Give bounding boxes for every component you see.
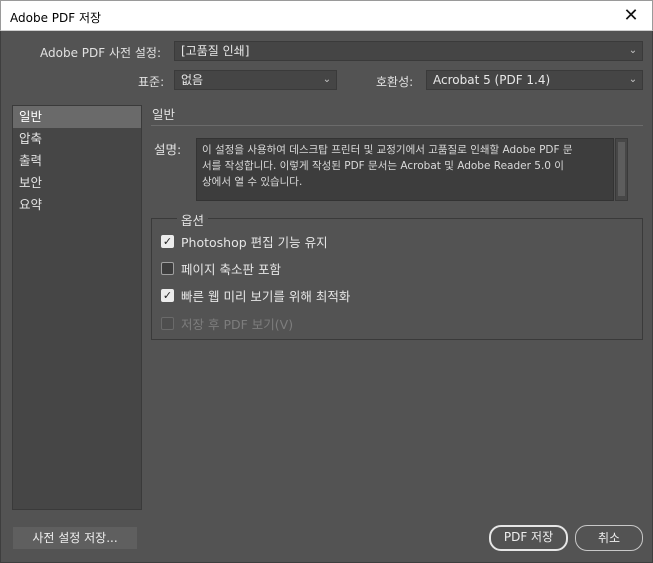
chevron-down-icon: ⌄	[628, 45, 638, 56]
compatibility-select[interactable]: Acrobat 5 (PDF 1.4) ⌄	[426, 70, 643, 90]
option-label: 저장 후 PDF 보기(V)	[181, 316, 294, 332]
standard-select[interactable]: 없음 ⌄	[174, 70, 337, 90]
description-line: 이 설정을 사용하여 데스크탑 프린터 및 교정기에서 고품질로 인쇄할 Ado…	[202, 144, 573, 156]
compatibility-value: Acrobat 5 (PDF 1.4)	[433, 73, 551, 87]
description-line: 서를 작성합니다. 이렇게 작성된 PDF 문서는 Acrobat 및 Adob…	[202, 160, 564, 172]
standard-value: 없음	[181, 73, 204, 87]
option-preserve-editing[interactable]: ✓ Photoshop 편집 기능 유지	[161, 232, 328, 250]
chevron-down-icon: ⌄	[628, 74, 638, 85]
sidebar-item-summary[interactable]: 요약	[13, 194, 141, 216]
checkbox-checked-icon[interactable]: ✓	[161, 288, 174, 302]
description-scrollbar[interactable]	[615, 138, 628, 201]
sidebar-item-compression[interactable]: 압축	[13, 128, 141, 150]
cancel-button[interactable]: 취소	[575, 525, 643, 551]
dialog-body: Adobe PDF 사전 설정: [고품질 인쇄] ⌄ 표준: 없음 ⌄ 호환성…	[0, 31, 653, 563]
checkbox-checked-icon[interactable]: ✓	[161, 234, 174, 248]
sidebar-item-general[interactable]: 일반	[13, 106, 141, 128]
close-icon[interactable]: ✕	[618, 4, 644, 28]
sidebar-item-output[interactable]: 출력	[13, 150, 141, 172]
option-label: 빠른 웹 미리 보기를 위해 최적화	[181, 288, 351, 304]
category-list: 일반 압축 출력 보안 요약	[12, 105, 142, 510]
option-page-thumbnails[interactable]: 페이지 축소판 포함	[161, 259, 281, 277]
preset-value: [고품질 인쇄]	[181, 44, 250, 58]
description-label: 설명:	[154, 142, 182, 157]
window-title: Adobe PDF 저장	[10, 11, 102, 25]
description-text: 이 설정을 사용하여 데스크탑 프린터 및 교정기에서 고품질로 인쇄할 Ado…	[196, 138, 614, 201]
option-view-after-save: 저장 후 PDF 보기(V)	[161, 314, 293, 332]
scrollbar-thumb[interactable]	[618, 142, 625, 196]
option-label: 페이지 축소판 포함	[181, 261, 281, 277]
save-pdf-button[interactable]: PDF 저장	[489, 525, 568, 551]
checkbox-icon[interactable]	[161, 261, 174, 275]
save-preset-button[interactable]: 사전 설정 저장...	[13, 527, 137, 549]
preset-select[interactable]: [고품질 인쇄] ⌄	[174, 41, 643, 61]
checkbox-disabled-icon	[161, 316, 174, 330]
chevron-down-icon: ⌄	[322, 74, 332, 85]
section-title: 일반	[152, 107, 176, 122]
description-line: 상에서 열 수 있습니다.	[202, 176, 303, 188]
option-fast-web-view[interactable]: ✓ 빠른 웹 미리 보기를 위해 최적화	[161, 286, 350, 304]
sidebar-item-security[interactable]: 보안	[13, 172, 141, 194]
title-bar: Adobe PDF 저장 ✕	[0, 0, 653, 31]
option-label: Photoshop 편집 기능 유지	[181, 234, 328, 250]
options-title: 옵션	[177, 210, 209, 229]
preset-label: Adobe PDF 사전 설정:	[40, 46, 161, 60]
standard-label: 표준:	[138, 75, 165, 89]
section-divider	[151, 125, 643, 126]
compatibility-label: 호환성:	[376, 75, 414, 89]
